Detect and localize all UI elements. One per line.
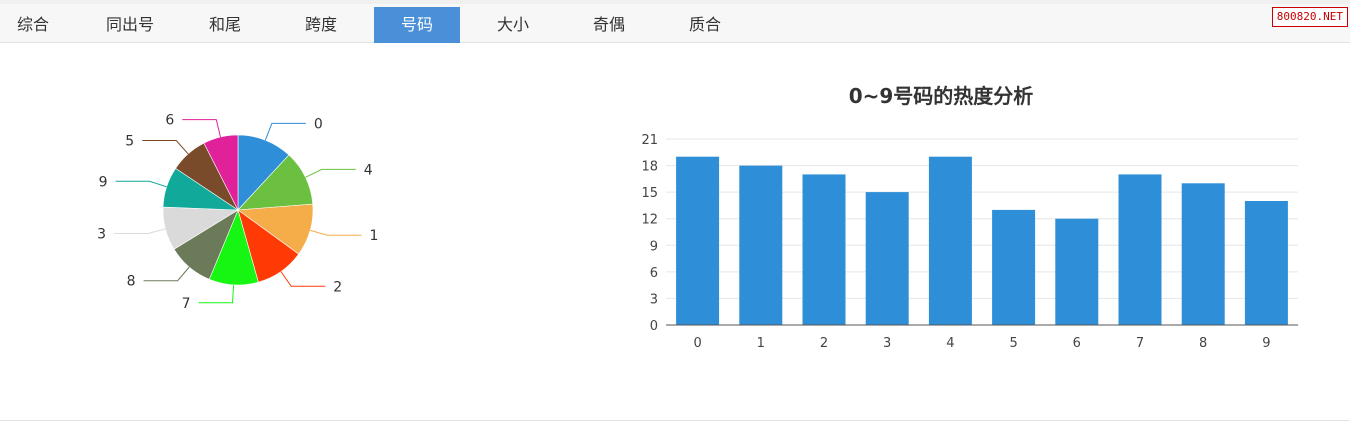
bar-0 <box>676 156 720 325</box>
pie-leader-line <box>305 168 356 178</box>
bar-4 <box>928 156 972 325</box>
pie-label: 7 <box>182 296 191 312</box>
tab-haoma[interactable]: 号码 <box>374 7 460 43</box>
pie-leader-line <box>264 122 306 141</box>
pie-leader-line <box>198 284 235 304</box>
site-watermark: 800820.NET <box>1271 7 1348 27</box>
bar-7 <box>1118 174 1162 325</box>
tab-jiou[interactable]: 奇偶 <box>574 7 644 43</box>
number-bar-chart: 0~9号码的热度分析 0369121518210 1 2 3 4 5 6 7 8 9 <box>641 84 1298 351</box>
y-tick-label: 9 <box>650 239 658 254</box>
pie-leader-line <box>142 140 189 155</box>
pie-label: 5 <box>125 134 134 150</box>
y-tick-label: 18 <box>641 160 658 175</box>
x-tick-label: 2 <box>820 336 828 351</box>
x-tick-label: 4 <box>946 336 954 351</box>
pie-label: 3 <box>97 227 106 243</box>
pie-label: 8 <box>127 274 136 290</box>
y-tick-label: 15 <box>641 186 658 201</box>
y-tick-label: 0 <box>650 319 658 334</box>
bar-9 <box>1244 201 1288 325</box>
bottom-border <box>0 420 1350 421</box>
tab-kuadu[interactable]: 跨度 <box>286 7 356 43</box>
y-tick-label: 6 <box>650 266 658 281</box>
x-tick-label: 8 <box>1199 336 1207 351</box>
pie-label: 0 <box>314 116 323 132</box>
x-tick-label: 3 <box>883 336 891 351</box>
y-tick-label: 21 <box>641 133 658 148</box>
pie-label: 6 <box>165 113 174 129</box>
bar-8 <box>1181 183 1225 325</box>
bar-chart-title: 0~9号码的热度分析 <box>849 84 1034 108</box>
x-tick-label: 9 <box>1262 336 1270 351</box>
tab-tongchuhao[interactable]: 同出号 <box>90 7 170 43</box>
bar-2 <box>802 174 846 325</box>
x-tick-label: 0 <box>693 336 701 351</box>
pie-leader-line <box>182 119 221 138</box>
bar-6 <box>1055 218 1099 325</box>
pie-leader-line <box>143 266 190 282</box>
pie-leader-line <box>310 229 362 236</box>
pie-leader-line <box>280 271 326 287</box>
tab-bar: 综合 同出号 和尾 跨度 号码 大小 奇偶 质合 800820.NET <box>0 4 1350 43</box>
tab-zhihe[interactable]: 质合 <box>670 7 740 43</box>
y-tick-label: 12 <box>641 213 658 228</box>
bar-1 <box>739 165 783 325</box>
tab-daxiao[interactable]: 大小 <box>478 7 548 43</box>
tab-zonghe[interactable]: 综合 <box>0 7 66 43</box>
pie-leader-line <box>114 228 166 234</box>
number-pie-chart: 0 4 1 2 7 8 3 9 5 6 <box>97 113 379 312</box>
y-tick-label: 3 <box>650 292 658 307</box>
x-tick-label: 5 <box>1009 336 1017 351</box>
pie-label: 4 <box>364 162 373 178</box>
pie-leader-line <box>115 180 167 188</box>
x-tick-label: 1 <box>757 336 765 351</box>
bar-3 <box>865 192 909 325</box>
bar-5 <box>992 209 1036 325</box>
pie-label: 1 <box>370 228 379 244</box>
pie-label: 2 <box>333 279 342 295</box>
pie-label: 9 <box>99 174 108 190</box>
tab-hewei[interactable]: 和尾 <box>190 7 260 43</box>
x-tick-label: 6 <box>1073 336 1081 351</box>
x-tick-label: 7 <box>1136 336 1144 351</box>
